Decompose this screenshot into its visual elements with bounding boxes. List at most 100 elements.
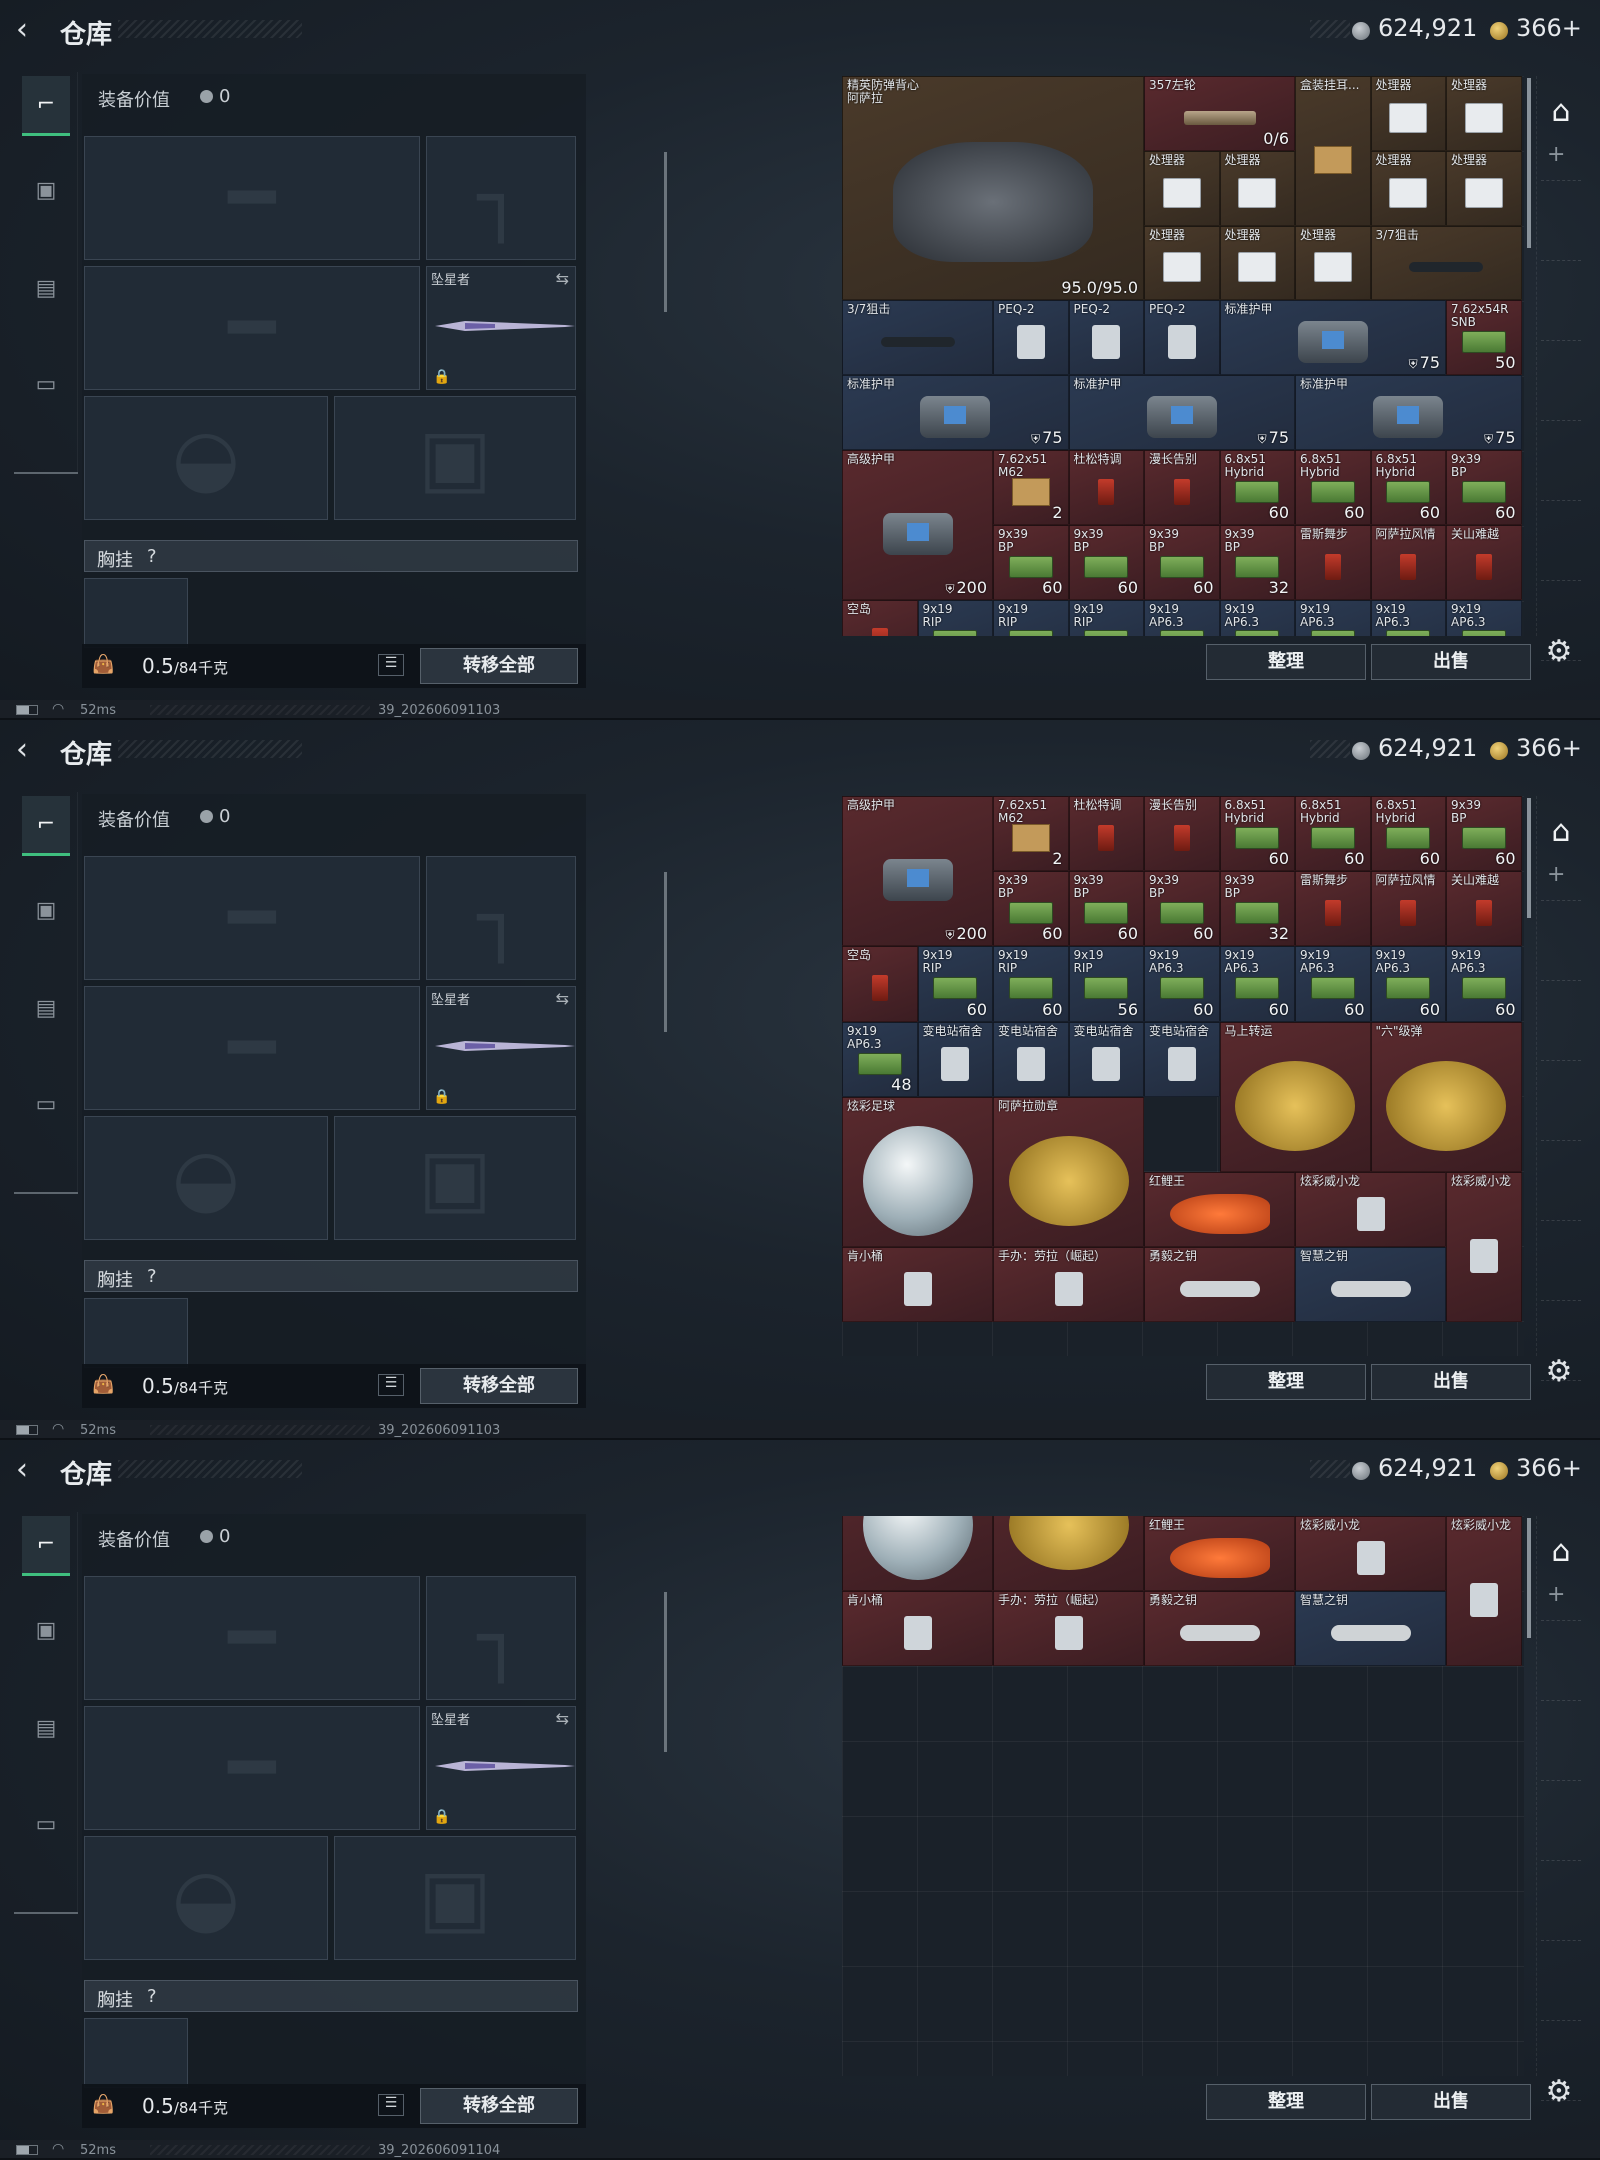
back-arrow-icon[interactable]: ‹ [16, 15, 42, 46]
loadout-scrollbar[interactable] [664, 1592, 667, 1752]
gear-icon[interactable]: ⚙ [1542, 634, 1576, 669]
inventory-item[interactable]: 变电站宿舍 [993, 1021, 1069, 1097]
secondary-weapon-slot[interactable]: ━ [84, 986, 420, 1110]
inventory-item[interactable]: 处理器 [1446, 150, 1522, 226]
inventory-item[interactable]: 9x19 RIP 56 [1068, 946, 1144, 1022]
inventory-item[interactable]: 9x39 BP 60 [993, 871, 1069, 947]
inventory-item[interactable]: 6.8x51 Hybrid 60 [1370, 796, 1446, 872]
loadout-scrollbar[interactable] [664, 152, 667, 312]
storage-grid[interactable]: 精英防弹背心 阿萨拉 95.0/95.0 357左轮 0/6 盒装挂耳... 处理器 处理器… [842, 76, 1524, 636]
armor-slot[interactable]: ▣ [334, 1116, 576, 1240]
inventory-item[interactable]: 炫彩威小龙 [1446, 1172, 1522, 1323]
help-icon[interactable]: ? [147, 1986, 157, 2007]
inventory-item[interactable]: 炫彩足球 [842, 1096, 993, 1248]
warehouse-icon[interactable]: ⌂ [1541, 94, 1581, 134]
secondary-weapon-slot[interactable]: ━ [84, 1706, 420, 1830]
gear-icon[interactable]: ⚙ [1542, 1354, 1576, 1389]
loadout-scrollbar[interactable] [664, 872, 667, 1032]
inventory-item[interactable]: 雷斯舞步 [1295, 871, 1371, 947]
inventory-item[interactable]: 6.8x51 Hybrid 60 [1219, 796, 1295, 872]
inventory-item[interactable]: 雷斯舞步 [1295, 524, 1371, 600]
transfer-all-button[interactable]: 转移全部 [420, 1368, 578, 1404]
inventory-item[interactable]: 关山难越 [1446, 524, 1522, 600]
inventory-item[interactable]: 阿萨拉勋章 [993, 1096, 1144, 1248]
inventory-item[interactable]: 处理器 [1219, 150, 1295, 226]
inventory-item[interactable]: 盒装挂耳... [1295, 76, 1371, 226]
list-icon[interactable]: ☰ [378, 654, 404, 676]
inventory-item[interactable]: 7.62x51 M62 2 [993, 796, 1069, 872]
inventory-item[interactable]: 处理器 [1219, 225, 1295, 301]
inventory-item[interactable]: 漫长告别 [1144, 796, 1220, 872]
inventory-item[interactable]: 变电站宿舍 [917, 1021, 993, 1097]
inventory-item[interactable]: 杜松特调 [1068, 796, 1144, 872]
inventory-item[interactable]: 马上转运 [1219, 1021, 1371, 1172]
helmet-slot[interactable]: ◒ [84, 1836, 328, 1960]
inventory-item[interactable]: 炫彩威小龙 [1295, 1172, 1446, 1248]
inventory-item[interactable]: 红鲤王 [1144, 1172, 1295, 1248]
inventory-item[interactable]: 勇毅之钥 [1144, 1247, 1295, 1323]
helmet-slot[interactable]: ◒ [84, 396, 328, 520]
storage-scrollbar[interactable] [1527, 1518, 1531, 1638]
inventory-item[interactable]: 9x19 AP6.3 60 [1370, 946, 1446, 1022]
inventory-item[interactable]: 6.8x51 Hybrid 60 [1219, 450, 1295, 525]
inventory-item[interactable]: 勇毅之钥 [1144, 1591, 1295, 1667]
inventory-item[interactable]: 9x19 AP6.3 [1144, 599, 1220, 636]
inventory-item[interactable]: 标准护甲 ⛨ 75 [1219, 300, 1446, 376]
help-icon[interactable]: ? [147, 546, 157, 567]
tab-backpack[interactable]: ▤ [22, 1698, 70, 1758]
inventory-item[interactable]: 阿萨拉风情 [1370, 524, 1446, 600]
primary-weapon-slot[interactable]: ━ [84, 1576, 420, 1700]
inventory-item[interactable]: 9x19 AP6.3 [1446, 599, 1522, 636]
inventory-item[interactable]: 9x19 AP6.3 [1295, 599, 1371, 636]
primary-weapon-slot[interactable]: ━ [84, 856, 420, 980]
inventory-item[interactable]: 处理器 [1370, 150, 1446, 226]
storage-grid[interactable]: 红鲤王 炫彩威小龙 炫彩威小龙 肯小桶 手办：劳拉（崛起） 勇毅之钥 智慧之钥 [842, 1516, 1524, 2076]
back-arrow-icon[interactable]: ‹ [16, 1455, 42, 1486]
add-page-icon[interactable]: + [1547, 862, 1565, 887]
inventory-item[interactable]: 9x19 AP6.3 60 [1219, 946, 1295, 1022]
primary-weapon-slot[interactable]: ━ [84, 136, 420, 260]
chest-rig-slot[interactable] [84, 1298, 188, 1368]
storage-grid[interactable]: ⛨75⛨75⛨75高级护甲⛨2007.62x51 M622杜松特调漫长告别6.8… [842, 796, 1524, 1356]
inventory-item[interactable]: 处理器 [1295, 225, 1371, 301]
inventory-item[interactable]: 6.8x51 Hybrid 60 [1370, 450, 1446, 525]
chest-rig-header[interactable]: 胸挂 ? [84, 540, 578, 572]
inventory-item[interactable]: 9x19 AP6.3 [1370, 599, 1446, 636]
inventory-item[interactable]: 杜松特调 [1068, 450, 1144, 525]
add-page-icon[interactable]: + [1547, 1582, 1565, 1607]
sort-button[interactable]: 整理 [1206, 2084, 1366, 2120]
inventory-item[interactable]: 9x39 BP 32 [1219, 871, 1295, 947]
armor-slot[interactable]: ▣ [334, 1836, 576, 1960]
inventory-item[interactable]: 7.62x54R SNB 50 [1446, 300, 1522, 376]
add-page-icon[interactable]: + [1547, 142, 1565, 167]
inventory-item[interactable]: 9x19 RIP 60 [993, 946, 1069, 1022]
tab-weapons[interactable]: ⌐ [22, 796, 70, 856]
tab-case[interactable]: ▭ [22, 354, 70, 414]
inventory-item[interactable]: PEQ-2 [1068, 300, 1144, 376]
inventory-item[interactable]: 手办：劳拉（崛起） [993, 1591, 1144, 1667]
back-arrow-icon[interactable]: ‹ [16, 735, 42, 766]
melee-slot[interactable]: 坠星者 ⇆ 🔒 [426, 986, 576, 1110]
secondary-weapon-slot[interactable]: ━ [84, 266, 420, 390]
tab-case[interactable]: ▭ [22, 1794, 70, 1854]
melee-slot[interactable]: 坠星者 ⇆ 🔒 [426, 266, 576, 390]
sidearm-slot[interactable]: ┐ [426, 1576, 576, 1700]
sort-button[interactable]: 整理 [1206, 1364, 1366, 1400]
inventory-item[interactable]: 9x39 BP 60 [1144, 524, 1220, 600]
tab-case[interactable]: ▭ [22, 1074, 70, 1134]
inventory-item[interactable]: 9x39 BP 60 [1446, 450, 1522, 525]
storage-scrollbar[interactable] [1527, 798, 1531, 918]
inventory-item[interactable]: 肯小桶 [842, 1247, 993, 1323]
tab-backpack[interactable]: ▤ [22, 978, 70, 1038]
chest-rig-slot[interactable] [84, 2018, 188, 2088]
inventory-item[interactable]: PEQ-2 [993, 300, 1069, 376]
armor-slot[interactable]: ▣ [334, 396, 576, 520]
inventory-item[interactable]: 6.8x51 Hybrid 60 [1295, 450, 1371, 525]
inventory-item[interactable]: 炫彩威小龙 [1295, 1516, 1446, 1592]
inventory-item[interactable]: 3/7狙击 [842, 300, 993, 376]
list-icon[interactable]: ☰ [378, 1374, 404, 1396]
tab-armor[interactable]: ▣ [22, 1600, 70, 1660]
chest-rig-header[interactable]: 胸挂 ? [84, 1260, 578, 1292]
sell-button[interactable]: 出售 [1371, 1364, 1531, 1400]
inventory-item[interactable]: 9x19 AP6.3 60 [1446, 946, 1522, 1022]
